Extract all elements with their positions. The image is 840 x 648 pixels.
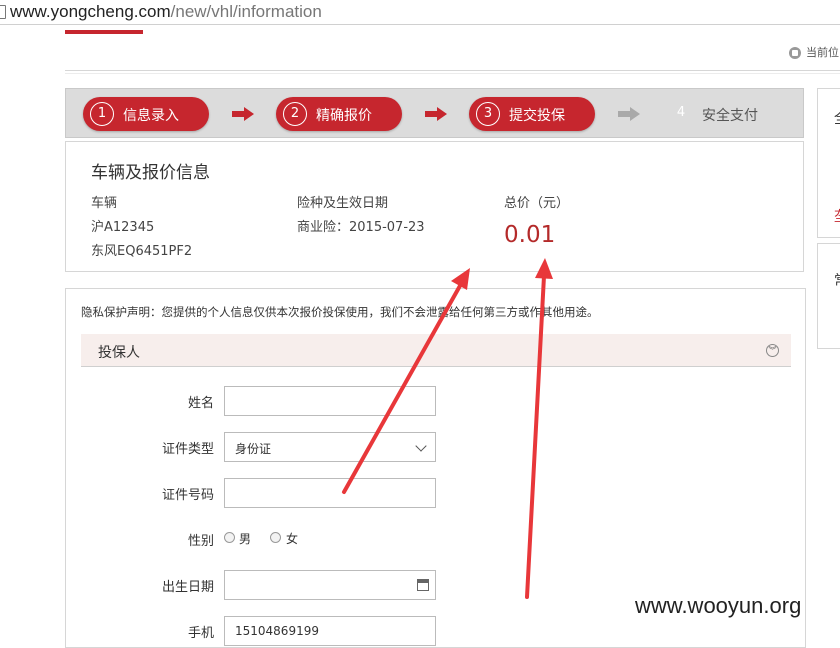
step-info-entry[interactable]: 1 信息录入 xyxy=(83,97,209,131)
right-side-panel: 全 垄 xyxy=(817,88,840,238)
step-number: 4 xyxy=(676,105,686,120)
phone-input[interactable]: 15104869199 xyxy=(224,616,436,646)
side-panel-text: 常 xyxy=(834,270,840,290)
form-row-gender: 性别 男 女 xyxy=(66,524,807,554)
vehicle-label: 车辆 xyxy=(91,196,118,211)
form-row-id-number: 证件号码 xyxy=(66,478,807,508)
vehicle-quote-card: 车辆及报价信息 车辆 沪A12345 东风EQ6451PF2 险种及生效日期 商… xyxy=(65,141,804,272)
section-title: 投保人 xyxy=(98,345,140,361)
step-label: 安全支付 xyxy=(702,108,758,124)
divider xyxy=(65,73,840,74)
id-number-input[interactable] xyxy=(224,478,436,508)
insurance-value: 商业险：2015-07-23 xyxy=(297,220,425,235)
right-side-panel-2: 常 xyxy=(817,243,840,349)
side-panel-text: 全 xyxy=(834,108,840,128)
radio-label: 男 xyxy=(239,532,252,546)
field-label: 姓名 xyxy=(187,396,214,411)
breadcrumb: 当前位 xyxy=(789,44,839,60)
input-value: 15104869199 xyxy=(235,624,319,638)
step-secure-payment[interactable]: 4 安全支付 xyxy=(662,97,788,131)
url-text[interactable]: www.yongcheng.com/new/vhl/information xyxy=(10,2,322,22)
vehicle-model: 东风EQ6451PF2 xyxy=(91,244,193,259)
birth-date-input[interactable] xyxy=(224,570,436,600)
step-label: 提交投保 xyxy=(509,108,565,124)
step-label: 信息录入 xyxy=(123,108,179,124)
arrow-right-icon xyxy=(425,107,447,121)
total-price: 0.01 xyxy=(504,222,556,248)
card-title: 车辆及报价信息 xyxy=(91,163,210,183)
arrow-right-icon xyxy=(618,107,640,121)
total-label: 总价（元） xyxy=(504,196,570,211)
field-label: 证件类型 xyxy=(161,442,214,457)
calendar-icon[interactable] xyxy=(417,579,429,591)
arrow-right-icon xyxy=(232,107,254,121)
breadcrumb-label: 当前位 xyxy=(806,46,839,59)
id-type-select[interactable]: 身份证 xyxy=(224,432,436,462)
header-accent-bar xyxy=(65,30,143,34)
vehicle-column: 车辆 沪A12345 东风EQ6451PF2 xyxy=(91,192,192,264)
total-column: 总价（元） xyxy=(504,192,569,216)
step-number: 1 xyxy=(90,102,114,126)
form-row-id-type: 证件类型 身份证 xyxy=(66,432,807,462)
plate-number: 沪A12345 xyxy=(91,220,155,235)
field-label: 性别 xyxy=(187,534,214,549)
step-label: 精确报价 xyxy=(316,108,372,124)
step-precise-quote[interactable]: 2 精确报价 xyxy=(276,97,402,131)
step-number: 3 xyxy=(476,102,500,126)
insurance-column: 险种及生效日期 商业险：2015-07-23 xyxy=(297,192,425,240)
watermark-text: www.wooyun.org xyxy=(635,593,802,618)
gender-female-radio[interactable] xyxy=(270,532,281,543)
select-value: 身份证 xyxy=(235,442,272,456)
home-icon[interactable] xyxy=(789,47,801,59)
field-label: 证件号码 xyxy=(161,488,214,503)
browser-address-bar[interactable]: www.yongcheng.com/new/vhl/information xyxy=(0,0,840,25)
gender-male-radio[interactable] xyxy=(224,532,235,543)
step-number: 2 xyxy=(283,102,307,126)
radio-label: 女 xyxy=(286,532,299,546)
progress-steps: 1 信息录入 2 精确报价 3 提交投保 4 安全支付 xyxy=(65,88,804,138)
divider xyxy=(65,70,840,71)
field-label: 出生日期 xyxy=(161,580,214,595)
privacy-statement: 隐私保护声明：您提供的个人信息仅供本次报价投保使用，我们不会泄露给任何第三方或作… xyxy=(81,305,599,319)
section-header-applicant[interactable]: 投保人 ︾ xyxy=(81,334,791,367)
field-label: 手机 xyxy=(187,626,214,641)
step-submit-insurance[interactable]: 3 提交投保 xyxy=(469,97,595,131)
form-row-name: 姓名 xyxy=(66,386,807,416)
form-row-phone: 手机 15104869199 xyxy=(66,616,807,646)
collapse-chevron-icon[interactable]: ︾ xyxy=(766,344,779,357)
side-panel-text: 垄 xyxy=(834,206,840,226)
page-icon xyxy=(0,5,6,19)
name-input[interactable] xyxy=(224,386,436,416)
insurance-label: 险种及生效日期 xyxy=(297,196,389,211)
chevron-down-icon xyxy=(415,440,427,452)
